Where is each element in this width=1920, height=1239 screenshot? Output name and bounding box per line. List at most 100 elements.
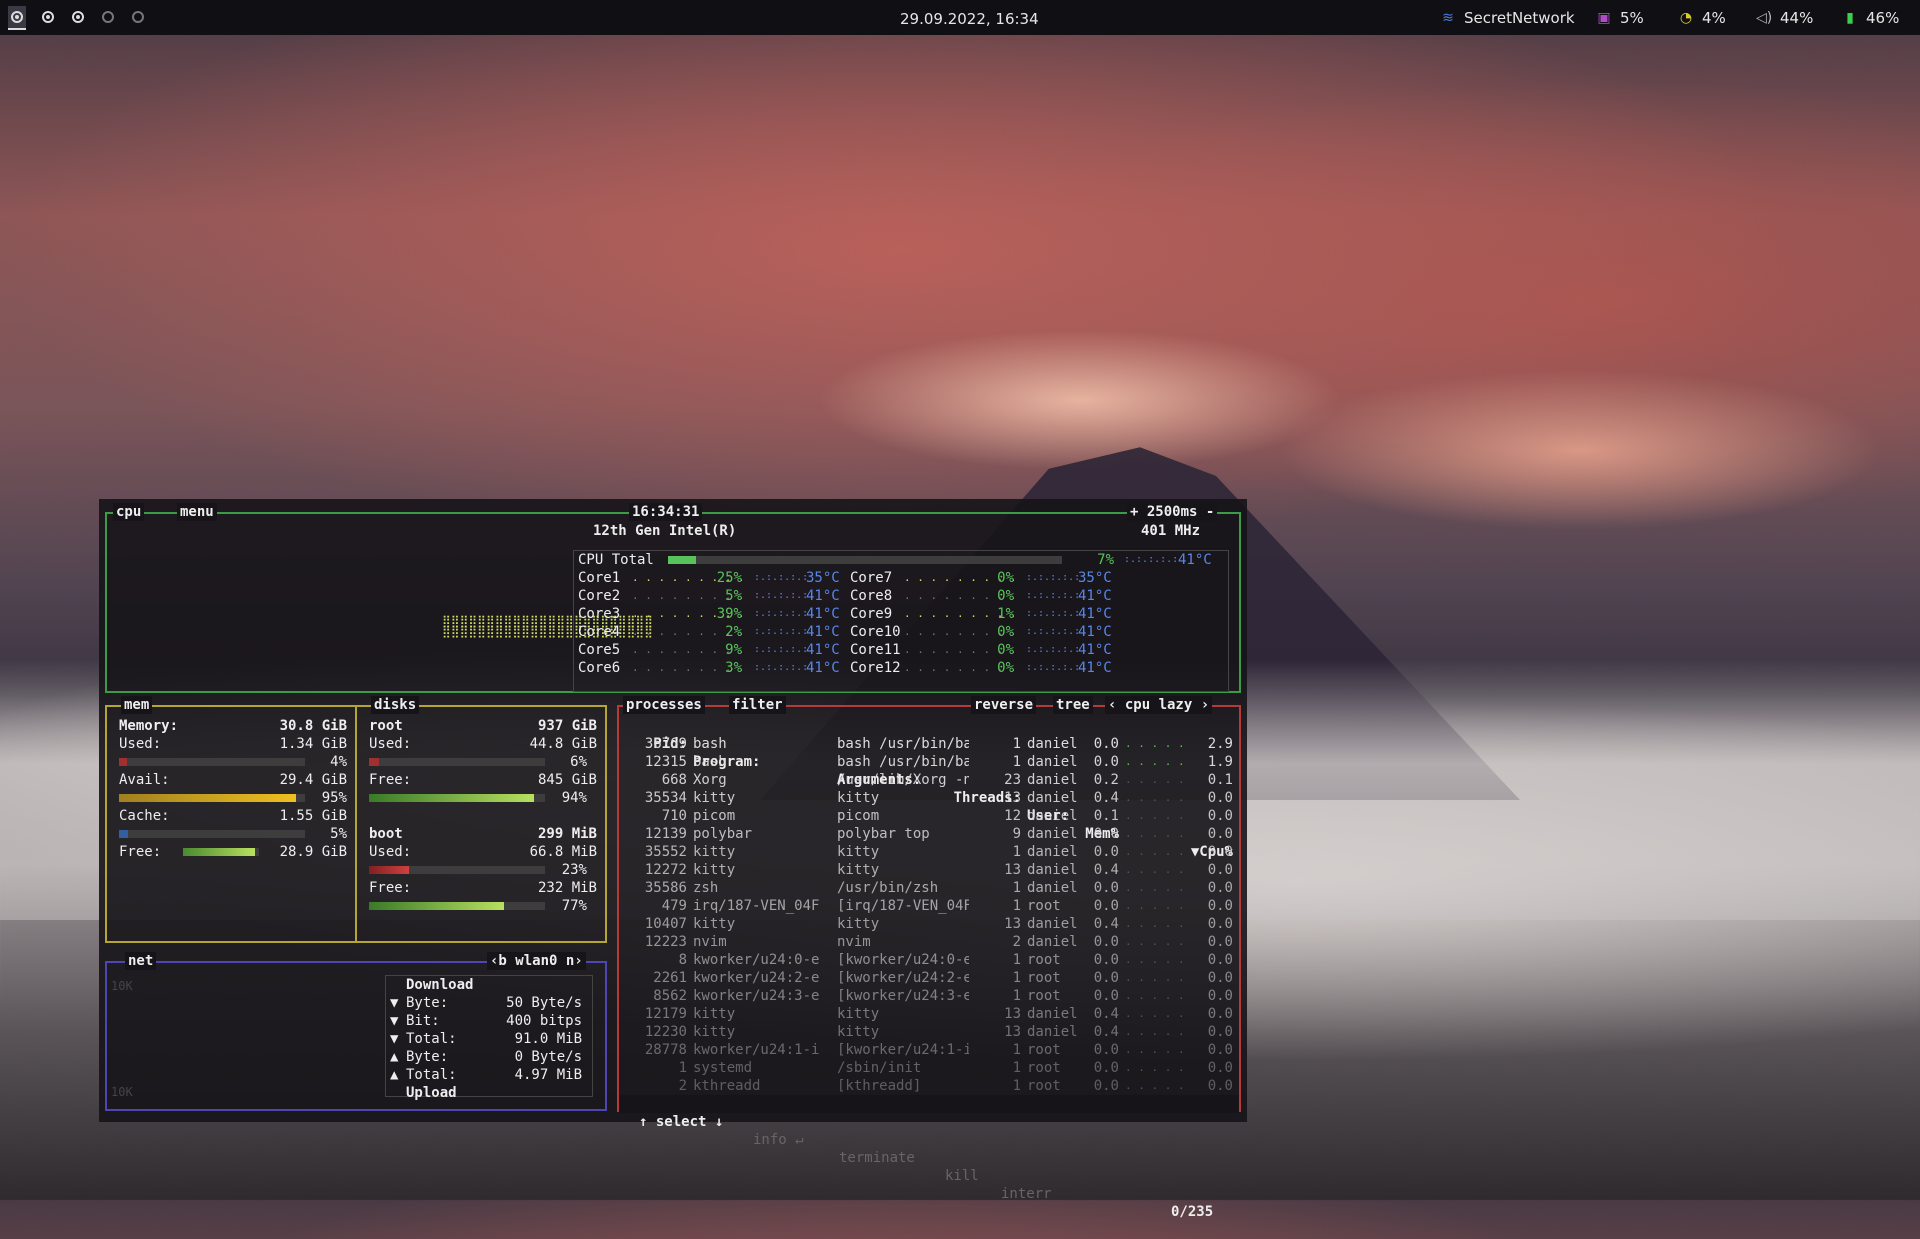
net-tab[interactable]: net [125,952,157,970]
proc-args: polybar top [837,826,930,842]
proc-args: /sbin/init [837,1060,922,1076]
battery-status: ▮ 46% [1842,9,1899,27]
workspace-2-icon[interactable] [39,8,57,26]
avail-bar [119,794,305,802]
core-pct: 1% [997,606,1014,622]
core-name: Core12 [850,660,901,676]
proc-mem: 0.0 [1093,844,1119,860]
boot-used-bar [369,866,545,874]
sort-selector[interactable]: ‹ cpu lazy › [1105,696,1213,714]
proc-cpu: 0.0 [1207,844,1233,860]
proc-program: zsh [693,880,719,896]
proc-program: nvim [693,934,727,950]
proc-mem: 0.0 [1093,1060,1119,1076]
proc-threads: 9 [1012,826,1021,842]
net-stat-label: Total: [406,1067,457,1083]
filter-button[interactable]: filter [729,696,786,714]
workspace-3-icon[interactable] [69,8,87,26]
info-button[interactable]: info ↵ [753,1131,804,1149]
root-free-label: Free: [369,772,412,788]
cpu-total-bar [668,556,1062,564]
cpu-status: ▣ 5% [1596,9,1643,27]
proc-program: kitty [693,916,736,932]
proc-pid: 12179 [644,1006,687,1022]
tree-button[interactable]: tree [1053,696,1093,714]
workspace-1-icon[interactable] [8,6,26,30]
proc-args: [kworker/u24:1-i [837,1042,969,1058]
workspace-4-icon[interactable] [99,8,117,26]
cpu-tab[interactable]: cpu [113,503,145,521]
speaker-icon: ◁) [1756,10,1773,26]
proc-cpu: 0.0 [1207,1042,1233,1058]
core-name: Core3 [578,606,621,622]
core-temp-graph: :.:.:.:.: [1026,626,1081,637]
cpu-total-graph: :.:.:.:.: [1124,554,1179,565]
core-name: Core6 [578,660,621,676]
proc-args: nvim [837,934,871,950]
proc-mem: 0.0 [1093,952,1119,968]
cpu-total-pct: 7% [1097,552,1114,568]
boot-free-pct: 77% [561,898,587,914]
core-pct: 0% [997,642,1014,658]
core-name: Core4 [578,624,621,640]
terminate-button[interactable]: terminate [839,1149,915,1167]
btop-window[interactable]: cpu menu 16:34:31 + 2500ms - ⣿⣿⣿⣿⣿⣿⣿⣿⣿⣿⣿… [99,499,1247,1220]
proc-mem: 0.4 [1093,862,1119,878]
proc-user: daniel [1027,934,1078,950]
proc-cpu-graph: . . . . . [1125,1007,1185,1020]
proc-user: daniel [1027,736,1078,752]
root-label: root [369,718,403,734]
proc-mem: 0.2 [1093,772,1119,788]
proc-pid: 2261 [653,970,687,986]
core-temp: 41°C [806,588,840,604]
reverse-button[interactable]: reverse [971,696,1037,714]
proc-cpu-graph: . . . . . [1125,1061,1185,1074]
proc-threads: 1 [1012,754,1021,770]
proc-cpu: 0.0 [1207,898,1233,914]
top-panel: 29.09.2022, 16:34 ≋ SecretNetwork ▣ 5% ◔… [0,0,1920,35]
core-temp-graph: :.:.:.:.: [1026,590,1081,601]
proc-cpu-graph: . . . . . [1125,791,1185,804]
process-count: 0/235 [1171,1204,1214,1220]
proc-user: daniel [1027,772,1078,788]
net-stats-panel: Download ▼ Byte: 50 Byte/s ▼ Bit: 400 bitps ▼ T… [385,975,593,1101]
root-used-bar [369,758,545,766]
core-pct: 0% [997,624,1014,640]
processes-tab[interactable]: processes [623,696,705,714]
menu-tab[interactable]: menu [177,503,217,521]
proc-program: irq/187-VEN_04F [693,898,820,914]
select-button[interactable]: ↑ select ↓ [639,1113,723,1131]
cpu-model: 12th Gen Intel(R) [593,523,737,539]
proc-program: kworker/u24:2-e [693,970,820,986]
proc-threads: 23 [1004,772,1021,788]
proc-cpu: 0.0 [1207,1006,1233,1022]
proc-program: Xorg [693,772,727,788]
update-interval[interactable]: + 2500ms - [1127,503,1218,521]
proc-program: kitty [693,790,736,806]
interrupt-button[interactable]: interr [1001,1185,1052,1203]
volume-status[interactable]: ◁) 44% [1756,9,1813,27]
proc-cpu-graph: . . . . . [1125,845,1185,858]
mem-tab[interactable]: mem [121,696,153,714]
proc-cpu: 0.0 [1207,952,1233,968]
proc-mem: 0.0 [1093,934,1119,950]
wifi-status[interactable]: ≋ SecretNetwork [1440,9,1574,27]
proc-args: [kthreadd] [837,1078,922,1094]
net-stat-value: 0 Byte/s [514,1049,582,1065]
disks-tab[interactable]: disks [371,696,420,714]
proc-args: [kworker/u24:0-e [837,952,969,968]
proc-cpu: 0.0 [1207,808,1233,824]
proc-cpu: 2.9 [1207,736,1233,752]
core-temp: 35°C [1078,570,1112,586]
kill-button[interactable]: kill [945,1167,979,1185]
net-stat-value: 4.97 MiB [514,1067,582,1083]
net-interface[interactable]: ‹b wlan0 n› [487,952,586,970]
core-temp: 41°C [806,606,840,622]
proc-cpu-graph: . . . . . [1125,737,1185,750]
proc-pid: 12139 [644,826,687,842]
free-bar [183,848,259,856]
core-name: Core2 [578,588,621,604]
proc-pid: 1 [678,1060,687,1076]
proc-user: daniel [1027,916,1078,932]
workspace-5-icon[interactable] [129,8,147,26]
